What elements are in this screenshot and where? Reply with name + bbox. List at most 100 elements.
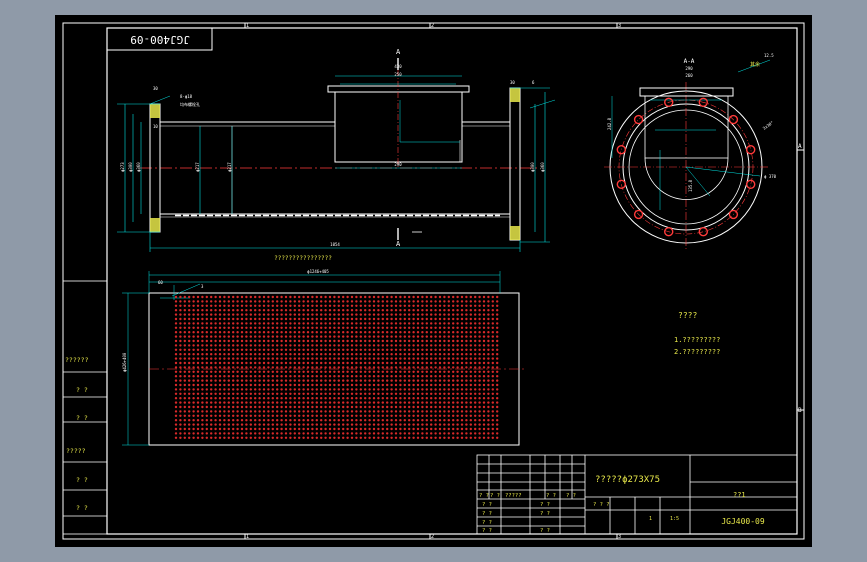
perforation-hole [232,322,235,325]
perforation-hole [201,383,204,387]
perforation-hole [223,370,226,373]
perforation-hole [236,335,239,338]
perforation-hole [394,331,398,334]
perforation-hole [218,344,222,347]
perforation-hole [232,401,235,404]
perforation-hole [443,304,446,307]
perforation-hole [262,383,266,387]
perforation-hole [447,335,450,338]
perforation-hole [205,344,208,347]
perforation-hole [474,379,477,382]
perforation-hole [390,335,393,338]
perforation-hole [320,397,323,400]
perforation-hole [394,370,398,373]
perforation-hole [342,414,345,417]
perforation-hole [284,375,288,378]
perforation-hole [386,397,389,400]
perforation-hole [192,366,195,369]
perforation-hole [183,366,186,369]
perforation-hole [245,414,248,417]
perforation-hole [192,331,195,334]
perforation-hole [271,410,274,413]
perforation-hole [425,392,428,395]
perforation-hole [474,357,477,360]
perforation-hole [188,401,191,404]
perforation-hole [271,414,274,417]
perforation-hole [223,405,226,409]
perforation-hole [174,414,178,417]
perforation-hole [210,361,213,365]
perforation-hole [491,419,494,422]
perforation-hole [183,335,186,338]
perforation-hole [218,401,222,404]
perforation-hole [465,357,468,360]
perforation-hole [280,423,283,426]
perforation-hole [430,397,433,400]
perforation-hole [482,361,486,365]
perforation-hole [412,335,415,338]
perforation-hole [276,353,279,356]
perforation-hole [430,410,433,413]
perforation-hole [201,375,204,378]
perforation-hole [342,410,345,413]
perforation-hole [377,322,380,325]
perforation-hole [350,401,354,404]
perforation-hole [350,348,354,351]
perforation-hole [364,322,367,325]
perforation-hole [289,432,292,435]
perforation-hole [390,339,393,343]
perforation-hole [236,383,239,387]
perforation-hole [223,344,226,347]
perforation-hole [408,423,411,426]
perforation-hole [232,423,235,426]
perforation-hole [249,322,252,325]
perforation-hole [399,313,402,316]
perforation-hole [271,309,274,312]
perforation-hole [478,309,481,312]
perforation-hole [249,388,252,391]
perforation-hole [324,436,327,439]
perforation-hole [478,335,481,338]
perforation-hole [271,379,274,382]
perforation-hole [232,366,235,369]
perforation-hole [284,335,288,338]
perforation-hole [333,339,336,343]
perforation-hole [183,353,186,356]
perforation-hole [267,427,270,431]
side-dim-bolt: 260 [685,73,693,78]
perforation-hole [416,427,420,431]
perforation-hole [399,361,402,365]
perforation-hole [474,370,477,373]
perforation-hole [342,304,345,307]
perforation-hole [249,295,252,299]
perforation-hole [425,353,428,356]
perforation-hole [218,436,222,439]
tb-cell-d: ? ? [546,493,556,499]
perforation-hole [174,300,178,303]
title-qty: 1 [649,516,652,522]
perforation-hole [482,317,486,321]
perforation-hole [350,300,354,303]
perforation-hole [201,366,204,369]
perforation-hole [315,375,318,378]
perforation-hole [377,317,380,321]
perforation-hole [487,322,490,325]
perforation-hole [302,423,305,426]
perforation-hole [443,317,446,321]
perforation-hole [232,419,235,422]
perforation-hole [443,313,446,316]
perforation-hole [192,353,195,356]
perforation-hole [372,309,376,312]
perforation-hole [496,401,499,404]
perforation-hole [438,383,442,387]
perforation-hole [434,353,437,356]
perforation-hole [355,304,358,307]
perforation-hole [201,388,204,391]
perforation-hole [452,326,455,329]
perforation-hole [232,432,235,435]
perforation-hole [271,419,274,422]
perforation-hole [232,353,235,356]
perforation-hole [408,344,411,347]
perforation-hole [214,331,217,334]
perforation-hole [399,300,402,303]
